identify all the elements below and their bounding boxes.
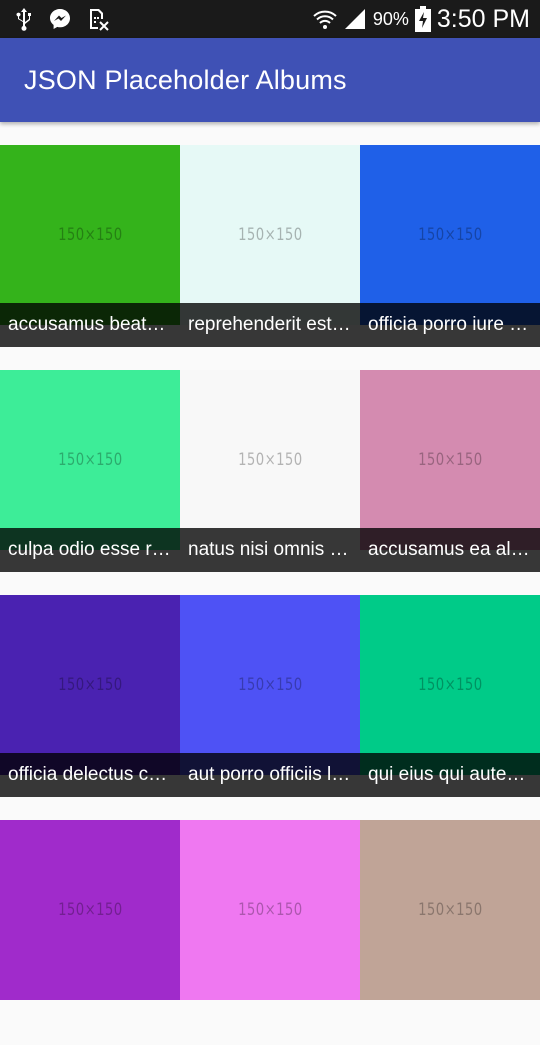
album-tile[interactable]: 150×150 officia porro iure quia iusto qui… <box>360 145 540 347</box>
album-tile[interactable]: 150×150 natus nisi omnis corporis facere … <box>180 370 360 572</box>
album-row: 150×150 150×150 150×150 <box>0 820 540 1022</box>
status-bar-left <box>14 7 124 31</box>
album-thumbnail: 150×150 <box>0 145 180 325</box>
album-row: 150×150 accusamus beatae ad facilis cum s… <box>0 145 540 347</box>
album-thumbnail: 150×150 <box>360 820 540 1000</box>
album-title: reprehenderit est deserunt velit ipsam <box>188 314 352 335</box>
thumbnail-placeholder-label: 150×150 <box>57 675 123 695</box>
album-caption: accusamus beatae ad facilis cum similiqu… <box>0 303 180 347</box>
album-caption: aut porro officiis laborum odit ea lauda… <box>180 753 360 797</box>
album-tile[interactable]: 150×150 reprehenderit est deserunt velit … <box>180 145 360 347</box>
album-title: aut porro officiis laborum odit ea lauda… <box>188 764 352 785</box>
album-caption: accusamus ea aliquid et amet sequi nemo <box>360 528 540 572</box>
thumbnail-placeholder-label: 150×150 <box>417 450 483 470</box>
thumbnail-placeholder-label: 150×150 <box>237 225 303 245</box>
album-tile[interactable]: 150×150 <box>0 820 180 1022</box>
album-caption: officia porro iure quia iusto qui ipsa u… <box>360 303 540 347</box>
battery-charging-icon <box>414 6 431 32</box>
album-caption: qui eius qui autem sed <box>360 753 540 797</box>
album-tile[interactable]: 150×150 aut porro officiis laborum odit e… <box>180 595 360 797</box>
album-tile[interactable]: 150×150 <box>180 820 360 1022</box>
messenger-icon <box>48 7 72 31</box>
album-tile[interactable]: 150×150 accusamus ea aliquid et amet sequ… <box>360 370 540 572</box>
album-title: natus nisi omnis corporis facere molesti… <box>188 539 352 560</box>
album-row: 150×150 officia delectus consequatur vero… <box>0 595 540 797</box>
battery-percentage: 90% <box>372 8 409 29</box>
thumbnail-placeholder-label: 150×150 <box>237 675 303 695</box>
album-caption: culpa odio esse rerum omnis laboriosam v… <box>0 528 180 572</box>
app-bar: JSON Placeholder Albums <box>0 38 540 122</box>
thumbnail-placeholder-label: 150×150 <box>417 225 483 245</box>
album-thumbnail: 150×150 <box>0 820 180 1000</box>
album-thumbnail: 150×150 <box>180 820 360 1000</box>
album-title: officia porro iure quia iusto qui ipsa u… <box>368 314 532 335</box>
album-title: qui eius qui autem sed <box>368 764 532 785</box>
album-thumbnail: 150×150 <box>0 595 180 775</box>
album-tile[interactable]: 150×150 <box>360 820 540 1022</box>
thumbnail-placeholder-label: 150×150 <box>237 900 303 920</box>
thumbnail-placeholder-label: 150×150 <box>417 900 483 920</box>
thumbnail-placeholder-label: 150×150 <box>57 225 123 245</box>
album-grid[interactable]: 150×150 accusamus beatae ad facilis cum s… <box>0 145 540 1045</box>
album-title: culpa odio esse rerum omnis laboriosam v… <box>8 539 172 560</box>
clock: 3:50 PM <box>436 4 530 33</box>
usb-icon <box>14 7 34 31</box>
album-title: accusamus beatae ad facilis cum similiqu… <box>8 314 172 335</box>
sim-card-off-icon <box>86 7 110 31</box>
album-caption: natus nisi omnis corporis facere molesti… <box>180 528 360 572</box>
album-thumbnail: 150×150 <box>360 145 540 325</box>
thumbnail-placeholder-label: 150×150 <box>237 450 303 470</box>
thumbnail-placeholder-label: 150×150 <box>57 900 123 920</box>
album-tile[interactable]: 150×150 qui eius qui autem sed <box>360 595 540 797</box>
status-bar-right: 90% 3:50 PM <box>307 5 530 34</box>
album-tile[interactable]: 150×150 accusamus beatae ad facilis cum s… <box>0 145 180 347</box>
thumbnail-placeholder-label: 150×150 <box>417 675 483 695</box>
album-title: accusamus ea aliquid et amet sequi nemo <box>368 539 532 560</box>
status-bar: 90% 3:50 PM <box>0 0 540 38</box>
wifi-icon <box>313 7 337 31</box>
album-thumbnail: 150×150 <box>360 595 540 775</box>
cell-signal-icon <box>343 7 367 31</box>
page-title: JSON Placeholder Albums <box>24 64 347 95</box>
album-thumbnail: 150×150 <box>360 370 540 550</box>
album-row: 150×150 culpa odio esse rerum omnis labor… <box>0 370 540 572</box>
album-title: officia delectus consequatur vero aut ve… <box>8 764 172 785</box>
album-tile[interactable]: 150×150 officia delectus consequatur vero… <box>0 595 180 797</box>
album-caption: reprehenderit est deserunt velit ipsam <box>180 303 360 347</box>
album-caption: officia delectus consequatur vero aut ve… <box>0 753 180 797</box>
album-thumbnail: 150×150 <box>180 595 360 775</box>
album-thumbnail: 150×150 <box>180 145 360 325</box>
thumbnail-placeholder-label: 150×150 <box>57 450 123 470</box>
album-thumbnail: 150×150 <box>180 370 360 550</box>
album-thumbnail: 150×150 <box>0 370 180 550</box>
album-tile[interactable]: 150×150 culpa odio esse rerum omnis labor… <box>0 370 180 572</box>
